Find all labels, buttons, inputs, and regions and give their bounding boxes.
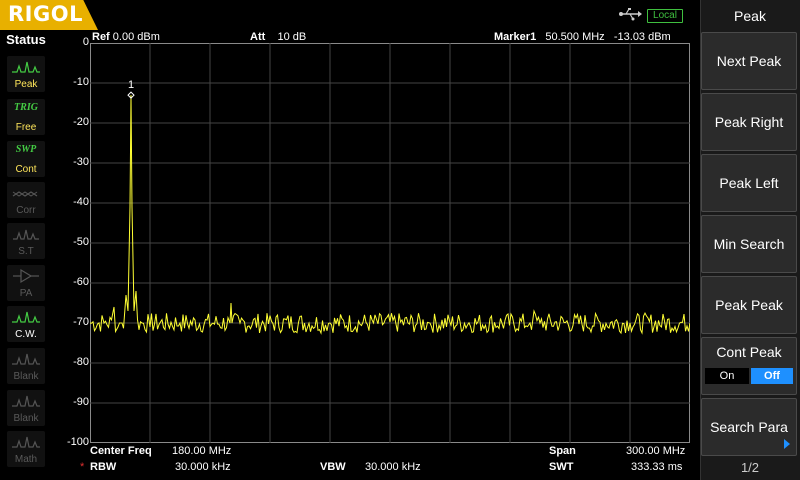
attenuation[interactable]: Att 10 dB [250,31,306,43]
marker-label: Marker1 [494,31,537,43]
y-tick-label: -50 [73,236,89,248]
center-freq-value: 180.00 MHz [172,445,232,457]
peak-left-button[interactable]: Peak Left [701,154,797,212]
y-tick-label: -10 [73,76,89,88]
menu-page-indicator[interactable]: 1/2 [700,460,800,475]
brand-logo: RIGOL [0,0,98,30]
marker-freq: 50.500 MHz [545,31,605,43]
trace-icon [12,436,40,448]
y-tick-label: -30 [73,156,89,168]
source-tracking-icon [13,229,39,240]
status-peak-label: Peak [14,79,38,90]
ref-value: 0.00 dBm [112,31,160,43]
y-tick-label: -80 [73,356,89,368]
marker-readout: Marker1 50.500 MHz -13.03 dBm [494,31,671,43]
peak-peak-button[interactable]: Peak Peak [701,276,797,334]
trace-icon [12,353,40,365]
peak-right-label: Peak Right [714,114,784,130]
status-blank-1-label: Blank [13,371,39,382]
status-trig-label: Free [15,122,37,133]
cont-peak-on-option[interactable]: On [705,368,749,384]
status-pa: PA [7,265,45,301]
next-peak-button[interactable]: Next Peak [701,32,797,90]
vbw-label[interactable]: VBW [320,461,346,473]
status-trig: TRIG Free [7,99,45,135]
status-pa-label: PA [19,288,33,299]
y-tick-label: -100 [66,436,89,448]
min-search-label: Min Search [713,236,785,252]
center-freq-label[interactable]: Center Freq [90,445,152,457]
cont-peak-toggle[interactable]: On Off [705,368,793,384]
status-math-label: Math [14,454,38,465]
y-tick-label: 0 [82,36,89,48]
cont-peak-button[interactable]: Cont Peak On Off [701,337,797,395]
cont-peak-off-option[interactable]: Off [751,368,793,384]
span-value: 300.00 MHz [626,445,686,457]
status-cw: C.W. [7,306,45,342]
cw-icon [12,311,40,323]
status-title: Status [6,32,46,47]
att-value: 10 dB [277,31,307,43]
att-label: Att [250,31,266,43]
top-bar: RIGOL Local [0,0,700,30]
spectrum-plot[interactable]: 1 [90,43,690,443]
local-badge: Local [647,9,683,23]
status-blank-1: Blank [7,348,45,384]
submenu-arrow-icon [784,439,790,449]
menu-title: Peak [734,8,766,24]
status-cw-label: C.W. [15,329,37,340]
search-para-button[interactable]: Search Para [701,398,797,456]
corr-icon [12,191,38,197]
swt-label[interactable]: SWT [549,461,573,473]
status-sweep-top: SWP [15,144,37,155]
ref-level[interactable]: Ref 0.00 dBm [92,31,160,43]
vbw-value: 30.000 kHz [365,461,421,473]
y-tick-label: -60 [73,276,89,288]
peak-left-label: Peak Left [719,175,779,191]
cont-peak-label: Cont Peak [716,344,782,360]
status-math: Math [7,431,45,467]
status-peak: Peak [7,56,45,92]
status-sweep-label: Cont [15,164,37,175]
status-corr: Corr [7,182,45,218]
marker-1-label: 1 [128,79,134,91]
rbw-label[interactable]: RBW [90,461,116,473]
marker-amp: -13.03 dBm [613,31,671,43]
swt-value: 333.33 ms [631,461,683,473]
y-tick-label: -40 [73,196,89,208]
next-peak-label: Next Peak [716,53,782,69]
rbw-value: 30.000 kHz [175,461,231,473]
ref-label: Ref [92,31,110,43]
min-search-button[interactable]: Min Search [701,215,797,273]
peak-right-button[interactable]: Peak Right [701,93,797,151]
status-corr-label: Corr [16,205,36,216]
y-tick-label: -20 [73,116,89,128]
rbw-star: * [80,461,85,473]
status-sweep: SWP Cont [7,141,45,177]
search-para-label: Search Para [710,419,788,435]
y-tick-label: -70 [73,316,89,328]
status-st: S.T [7,223,45,259]
status-blank-2-label: Blank [13,413,39,424]
status-st-label: S.T [18,246,34,257]
status-blank-2: Blank [7,390,45,426]
preamp-icon [13,268,39,284]
span-label[interactable]: Span [549,445,576,457]
usb-icon [619,8,642,21]
y-tick-label: -90 [73,396,89,408]
status-trig-top: TRIG [14,102,38,113]
brand-text: RIGOL [8,2,83,26]
peak-icon [12,61,40,73]
peak-peak-label: Peak Peak [715,297,783,313]
trace-icon [12,395,40,407]
